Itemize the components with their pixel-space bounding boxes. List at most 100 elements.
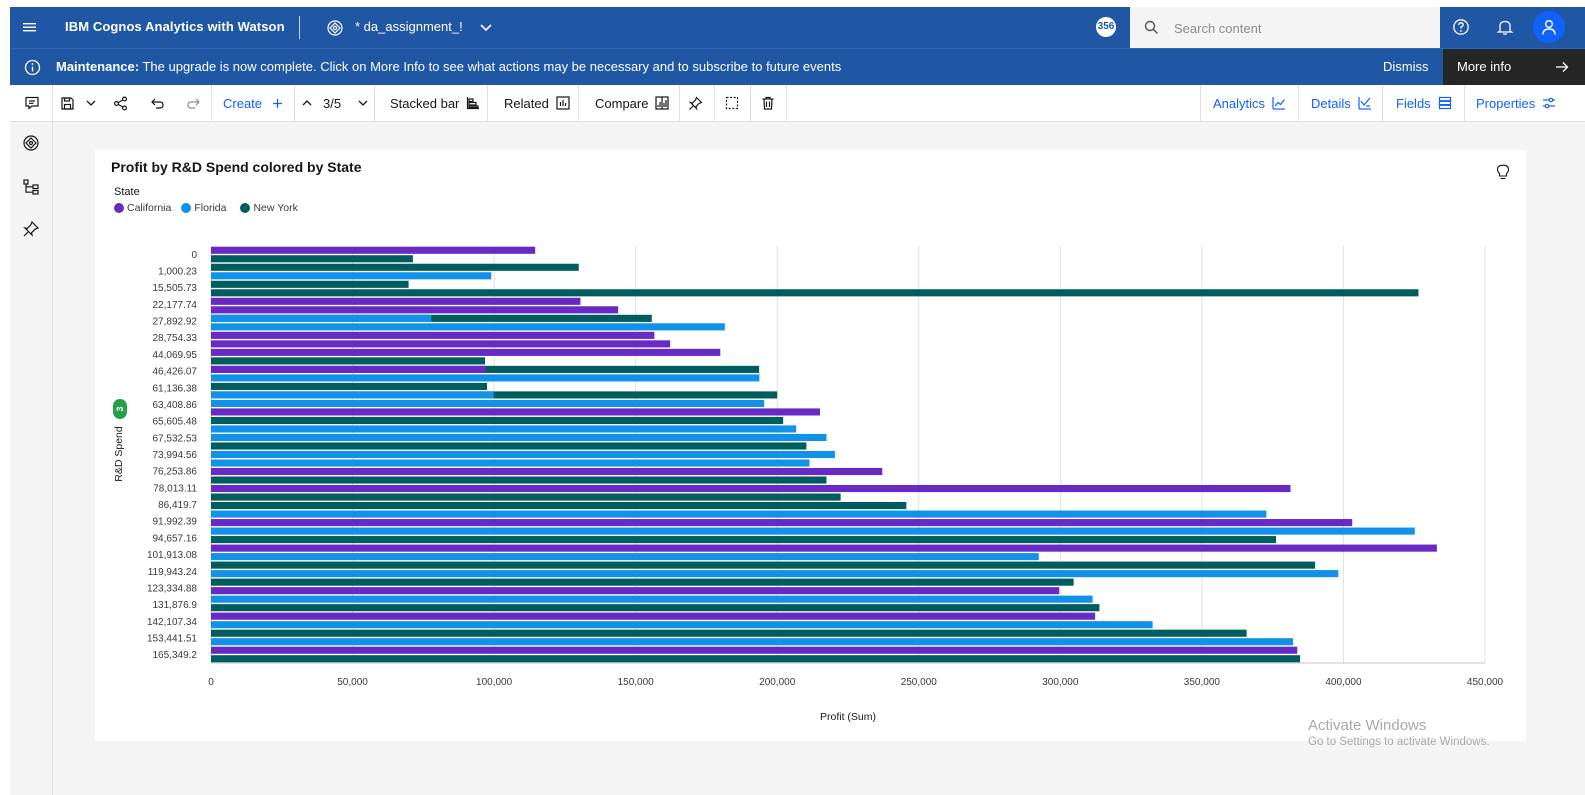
legend-item-florida[interactable]: Florida [181,202,226,214]
document-title[interactable]: * da_assignment_! [355,19,463,34]
redo-button[interactable] [186,85,201,121]
bar[interactable] [211,510,1267,518]
delete-button[interactable] [761,85,775,121]
bar[interactable] [211,646,1298,654]
bar[interactable] [211,484,1291,493]
bar[interactable] [211,280,409,288]
sources-icon[interactable] [22,134,40,152]
save-menu-button[interactable] [85,85,97,121]
hamburger-menu-icon[interactable] [20,18,40,38]
more-info-button[interactable]: More info [1443,49,1585,85]
analytics-panel-button[interactable]: Analytics [1213,85,1286,121]
y-tick-label: 67,532.53 [153,433,198,444]
share-button[interactable] [113,85,128,121]
properties-panel-button[interactable]: Properties [1476,85,1556,121]
bar[interactable] [211,527,1415,535]
bar[interactable] [211,272,492,280]
bar[interactable] [211,638,1294,646]
bar[interactable] [211,476,827,484]
bar[interactable] [211,629,1247,637]
bar[interactable] [211,263,579,271]
bar[interactable] [211,382,488,390]
chevron-down-icon[interactable] [478,19,494,35]
bar[interactable] [211,399,765,407]
bar[interactable] [211,655,1301,663]
bar[interactable] [211,314,432,322]
compare-button[interactable]: Compare [595,85,670,121]
bar[interactable] [211,340,671,348]
bar[interactable] [211,536,1277,544]
bar[interactable] [211,604,1100,612]
toolbar-divider [578,85,579,121]
create-button[interactable]: Create [223,85,283,121]
bar[interactable] [211,561,1316,569]
toolbar-divider [487,85,488,121]
y-tick-label: 142,107.34 [147,617,197,628]
bar[interactable] [211,519,1353,527]
compare-icon [655,96,670,110]
bar[interactable] [211,246,536,254]
pin-icon[interactable] [22,220,40,238]
fields-panel-button[interactable]: Fields [1396,85,1452,121]
dashboard-toolbar: Create 3/5 Stacked bar Related Compare A… [10,85,1585,122]
search-input[interactable] [1172,17,1426,39]
notification-count-badge[interactable]: 356 [1096,17,1116,37]
undo-button[interactable] [150,85,165,121]
lightbulb-icon[interactable] [1496,164,1510,180]
save-button[interactable] [60,85,75,121]
bar[interactable] [211,612,1096,620]
bar[interactable] [211,433,827,442]
y-tick-label: 131,876.9 [153,600,198,611]
bar[interactable] [211,595,1093,603]
y-tick-label: 76,253.86 [153,467,198,478]
bar[interactable] [211,289,1419,297]
bar[interactable] [211,544,1437,552]
bar[interactable] [211,348,721,356]
bar[interactable] [211,587,1060,595]
help-icon[interactable] [1452,18,1470,36]
legend-item-california[interactable]: California [114,202,171,214]
bar[interactable] [211,255,413,263]
legend-item-new-york[interactable]: New York [240,202,298,214]
bar[interactable] [211,553,1039,561]
notifications-bell-icon[interactable] [1496,18,1514,36]
details-panel-button[interactable]: Details [1311,85,1372,121]
bar[interactable] [211,493,841,501]
data-tree-icon[interactable] [22,178,40,196]
bar[interactable] [211,357,486,365]
bar[interactable] [211,408,820,416]
details-icon [1358,97,1371,110]
related-chart-icon [556,96,570,110]
bar[interactable] [211,459,810,467]
bar[interactable] [211,323,725,331]
bar[interactable] [211,578,1074,586]
next-page-button[interactable] [357,85,369,121]
bar[interactable] [211,467,883,476]
bar[interactable] [211,570,1339,578]
bar[interactable] [211,297,581,305]
bar[interactable] [211,450,835,459]
comment-button[interactable] [24,85,40,121]
y-tick-label: 101,913.08 [147,550,197,561]
bar[interactable] [211,502,907,510]
user-avatar-button[interactable] [1533,11,1565,43]
visualization-type-button[interactable]: Stacked bar [390,85,480,121]
bar[interactable] [211,365,486,373]
dismiss-button[interactable]: Dismiss [1383,59,1429,74]
bar[interactable] [211,374,760,382]
bar[interactable] [211,391,494,399]
bar[interactable] [211,425,797,433]
bar[interactable] [211,306,619,314]
y-tick-label: 44,069.95 [153,350,198,361]
related-button[interactable]: Related [504,85,570,121]
pin-button[interactable] [688,85,703,121]
info-icon [24,59,41,76]
previous-page-button[interactable] [301,85,313,121]
chart-widget[interactable]: 0 50,000 100,000 150,000 200,000 250,000 300,0… [95,150,1526,741]
bar[interactable] [211,442,807,450]
bar[interactable] [211,621,1153,629]
bar[interactable] [211,331,655,339]
bar[interactable] [211,416,784,425]
toolbar-divider [211,85,212,121]
focus-select-button[interactable] [725,85,739,121]
